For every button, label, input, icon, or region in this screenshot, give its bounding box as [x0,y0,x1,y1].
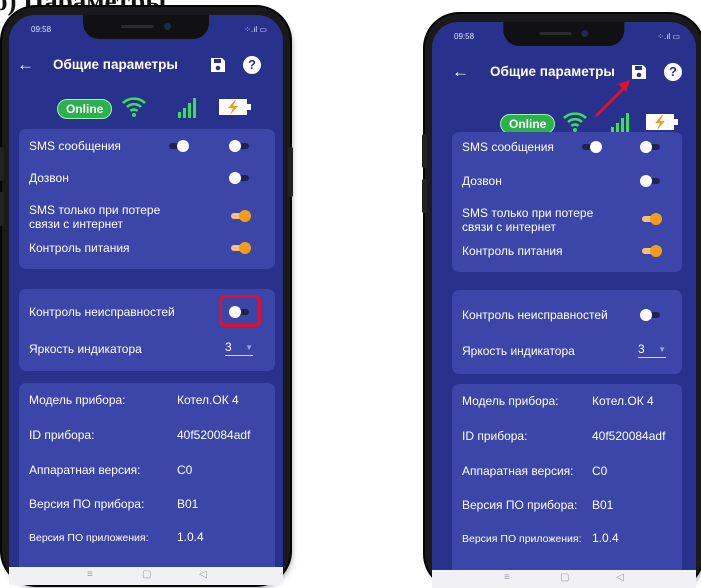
setting-label: Дозвон [29,171,69,185]
fault-control-label: Контроль неисправностей [462,308,608,322]
device-card: Контроль неисправностей Яркость индикато… [19,289,275,371]
setting-label: Дозвон [462,174,502,188]
info-label: ID прибора: [462,429,528,443]
power-control-toggle[interactable] [229,242,251,254]
info-value: 1.0.4 [177,530,204,544]
online-badge: Online [57,99,113,119]
app-bar: ← Общие параметры ? [9,53,283,79]
brightness-dropdown[interactable]: 3 ▼ [225,340,253,356]
setting-label: SMS сообщения [462,140,554,154]
volume-button [0,192,4,226]
sms-toggle[interactable] [229,140,251,152]
setting-label: SMS только при потере связи с интернет [462,206,594,234]
wifi-icon [563,112,587,132]
info-value: 40f520084adf [177,428,251,442]
info-value: B01 [177,497,199,511]
power-button [288,147,293,197]
phone-left: 09:58 ⁘.ıl ▭ ← Общие параметры ? Online [0,7,293,585]
brightness-label: Яркость индикатора [462,344,575,358]
info-card: Модель прибора: Котел.ОК 4 ID прибора: 4… [19,383,275,583]
phone-screen: 09:58 ⁘.ıl ▭ ← Общие параметры ? Online [432,22,696,588]
battery-charging-icon [646,114,678,130]
save-icon[interactable] [209,56,227,74]
info-label: Модель прибора: [29,393,126,407]
info-label: Аппаратная версия: [29,463,141,477]
device-card: Контроль неисправностей Яркость индикато… [452,290,682,374]
status-time: 09:58 [31,25,52,34]
back-nav-icon[interactable]: ◁ [199,569,207,580]
call-toggle[interactable] [640,175,662,187]
brightness-dropdown[interactable]: 3 ▼ [638,342,666,358]
info-value: 40f520084adf [592,429,666,443]
menu-nav-icon[interactable]: ≡ [504,572,510,583]
sms-toggle[interactable] [640,141,662,153]
call-toggle[interactable] [229,172,251,184]
battery-charging-icon [219,99,251,115]
info-value: 1.0.4 [592,531,619,545]
help-icon[interactable]: ? [243,56,261,74]
info-value: C0 [177,463,193,477]
home-nav-icon[interactable]: ▢ [560,572,569,583]
system-nav-bar: ≡ ▢ ◁ [9,567,283,585]
brightness-label: Яркость индикатора [29,342,142,356]
info-label: Версия ПО прибора: [29,497,145,511]
setting-label: Контроль питания [29,241,130,255]
status-bar: 09:58 ⁘.ıl ▭ [454,32,680,46]
info-label: Модель прибора: [462,394,559,408]
info-value: B01 [592,498,614,512]
volume-button [0,147,4,181]
setting-label: Контроль питания [462,244,563,258]
back-nav-icon[interactable]: ◁ [616,572,624,583]
screen-title: Общие параметры [53,57,178,72]
info-card: Модель прибора: Котел.ОК 4 ID прибора: 4… [452,384,682,584]
sms-lost-toggle[interactable] [229,210,251,222]
signal-battery-icon: ⁘.ıl ▭ [657,32,680,41]
system-nav-bar: ≡ ▢ ◁ [432,570,696,588]
wifi-icon [122,97,146,117]
app-bar: ← Общие параметры ? [432,60,696,86]
info-value: Котел.ОК 4 [177,393,239,407]
status-icons: Online [9,95,283,123]
phone-right: 09:58 ⁘.ıl ▭ ← Общие параметры ? Online [422,14,701,588]
status-bar: 09:58 ⁘.ıl ▭ [31,25,267,39]
sms-toggle-left[interactable] [580,141,602,153]
settings-card: SMS сообщения Дозвон SMS только при поте… [452,132,682,272]
back-arrow-icon[interactable]: ← [17,55,34,75]
settings-card: SMS сообщения Дозвон SMS только при поте… [19,129,275,269]
cellular-signal-icon [611,113,629,133]
help-icon[interactable]: ? [664,63,682,81]
cellular-signal-icon [178,98,196,118]
highlight-box [219,295,261,327]
volume-button [422,134,427,168]
info-value: Котел.ОК 4 [592,394,654,408]
sms-lost-toggle[interactable] [640,213,662,225]
sms-toggle-left[interactable] [167,140,189,152]
setting-label: SMS только при потере связи с интернет [29,203,161,231]
home-nav-icon[interactable]: ▢ [142,569,151,580]
info-label: Версия ПО прибора: [462,498,578,512]
setting-label: SMS сообщения [29,139,121,153]
back-arrow-icon[interactable]: ← [452,62,469,82]
online-badge: Online [500,114,556,134]
phone-screen: 09:58 ⁘.ıl ▭ ← Общие параметры ? Online [9,15,283,585]
volume-button [422,179,427,213]
info-value: C0 [592,464,608,478]
fault-toggle[interactable] [640,309,662,321]
info-label: Версия ПО приложения: [29,532,149,544]
menu-nav-icon[interactable]: ≡ [87,569,93,580]
signal-battery-icon: ⁘.ıl ▭ [244,25,267,34]
power-control-toggle[interactable] [640,245,662,257]
info-label: Аппаратная версия: [462,464,574,478]
info-label: ID прибора: [29,428,95,442]
status-time: 09:58 [454,32,475,41]
info-label: Версия ПО приложения: [462,533,582,545]
fault-control-label: Контроль неисправностей [29,305,175,319]
